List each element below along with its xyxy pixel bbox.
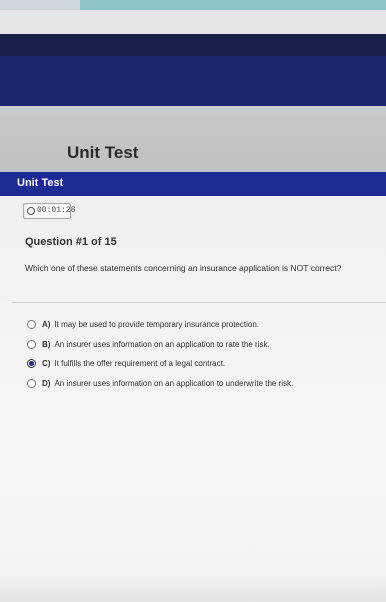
test-title-label: Unit Test [17,177,64,189]
answer-option-b[interactable]: B) An insurer uses information on an app… [27,338,270,350]
timer-box: 00:01:28 [23,203,75,219]
browser-top-strip [0,0,386,34]
panel-shade [0,572,386,602]
page-title: Unit Test [67,143,139,162]
answer-option-d[interactable]: D) An insurer uses information on an app… [27,377,293,389]
question-panel: 00:01:28 Question #1 of 15 Which one of … [0,196,386,602]
test-title-bar: Unit Test [0,172,386,196]
option-letter: B) [42,339,51,349]
radio-button-d[interactable] [27,378,36,388]
page-header-background [0,106,386,174]
answer-option-a[interactable]: A) It may be used to provide temporary i… [27,318,259,330]
option-text: An insurer uses information on an applic… [54,378,294,388]
radio-button-c[interactable] [27,358,36,368]
answer-option-c[interactable]: C) It fulfills the offer requirement of … [27,357,225,369]
browser-tab-accent [80,0,386,10]
clock-icon [27,207,35,215]
question-divider [12,302,386,303]
site-header-band [0,34,386,106]
question-heading: Question #1 of 15 [25,236,117,248]
option-text: It fulfills the offer requirement of a l… [54,358,226,368]
question-text: Which one of these statements concerning… [25,263,342,273]
radio-button-b[interactable] [27,339,36,349]
timer-value: 00:01:28 [37,206,76,215]
option-text: An insurer uses information on an applic… [54,339,270,349]
option-letter: D) [42,378,51,388]
option-letter: A) [42,319,51,329]
option-text: It may be used to provide temporary insu… [54,319,260,329]
radio-button-a[interactable] [27,319,36,329]
option-letter: C) [42,358,51,368]
